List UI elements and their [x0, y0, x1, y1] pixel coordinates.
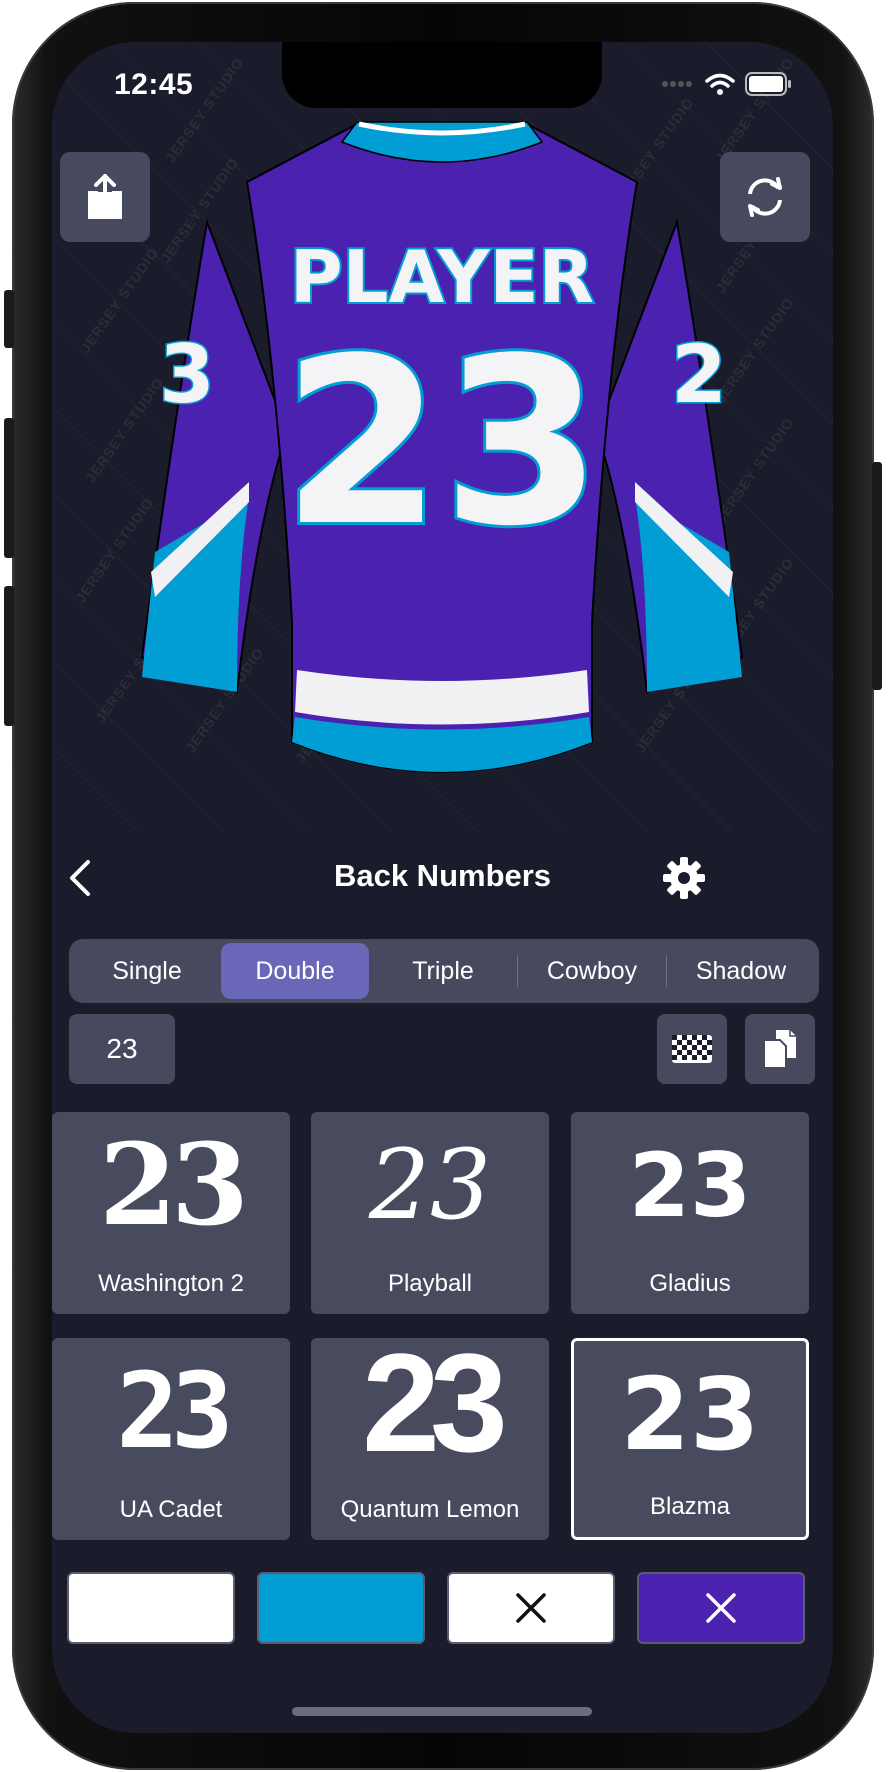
status-icons [661, 72, 793, 96]
font-option-ua-cadet[interactable]: 23 UA Cadet [52, 1338, 290, 1540]
jersey-preview: JERSEY STUDIO JERSEY STUDIO JERSEY STUDI… [52, 42, 833, 832]
color-swatch-outline[interactable] [257, 1572, 425, 1644]
volume-down-button [4, 586, 14, 726]
numbering-style-segmented-control: Single Double Triple Cowboy Shadow [69, 939, 819, 1003]
sleeve-number-left: 3 [159, 328, 215, 421]
screen: JERSEY STUDIO JERSEY STUDIO JERSEY STUDI… [52, 42, 833, 1733]
share-button[interactable] [60, 152, 150, 242]
segment-single[interactable]: Single [73, 943, 221, 999]
pattern-button[interactable] [657, 1014, 727, 1084]
power-button [872, 462, 882, 690]
font-option-washington-2[interactable]: 23 Washington 2 [52, 1112, 290, 1314]
jersey-name: PLAYER [290, 235, 594, 319]
mute-switch [4, 290, 14, 348]
segment-double[interactable]: Double [221, 943, 369, 999]
font-option-quantum-lemon[interactable]: 23 Quantum Lemon [311, 1324, 549, 1540]
font-name: Gladius [649, 1270, 731, 1297]
font-name: Washington 2 [98, 1270, 244, 1297]
color-swatch-fill[interactable] [67, 1572, 235, 1644]
copy-icon [763, 1030, 796, 1069]
font-option-playball[interactable]: 23 Playball [311, 1112, 549, 1314]
wifi-icon [705, 73, 735, 95]
share-icon [88, 174, 122, 219]
notch [282, 42, 602, 108]
font-name: Blazma [649, 1493, 731, 1520]
color-swatch-shadow[interactable] [637, 1572, 805, 1644]
font-name: Playball [387, 1270, 473, 1297]
font-name: UA Cadet [119, 1496, 223, 1523]
segment-shadow[interactable]: Shadow [667, 943, 815, 999]
font-sample: 23 [368, 1129, 492, 1241]
signal-icon [662, 81, 692, 87]
segment-triple[interactable]: Triple [369, 943, 517, 999]
font-sample: 23 [628, 1133, 752, 1237]
font-option-gladius[interactable]: 23 Gladius [571, 1112, 809, 1314]
close-icon [706, 1593, 736, 1623]
volume-up-button [4, 418, 14, 558]
number-input[interactable]: 23 [69, 1014, 175, 1084]
font-sample: 23 [620, 1355, 760, 1473]
nav-bar: Back Numbers [52, 842, 833, 912]
checkerboard-icon [672, 1035, 712, 1063]
page-title: Back Numbers [333, 858, 552, 893]
jersey-number: 23 [282, 310, 602, 577]
status-time: 12:45 [114, 68, 194, 101]
font-sample: 23 [362, 1324, 508, 1481]
font-name: Quantum Lemon [340, 1496, 520, 1523]
color-swatch-second-outline[interactable] [447, 1572, 615, 1644]
rotate-icon [748, 177, 782, 217]
font-sample: 23 [116, 1350, 233, 1472]
copy-button[interactable] [745, 1014, 815, 1084]
home-indicator [292, 1707, 592, 1716]
font-option-blazma[interactable]: 23 Blazma [571, 1338, 809, 1540]
font-sample: 23 [99, 1119, 249, 1251]
jersey-graphic: PLAYER 23 3 2 [140, 121, 744, 773]
settings-button[interactable] [662, 856, 706, 900]
segment-cowboy[interactable]: Cowboy [518, 943, 666, 999]
sleeve-number-right: 2 [671, 328, 727, 421]
rotate-view-button[interactable] [720, 152, 810, 242]
battery-icon [745, 72, 791, 96]
close-icon [516, 1593, 546, 1623]
